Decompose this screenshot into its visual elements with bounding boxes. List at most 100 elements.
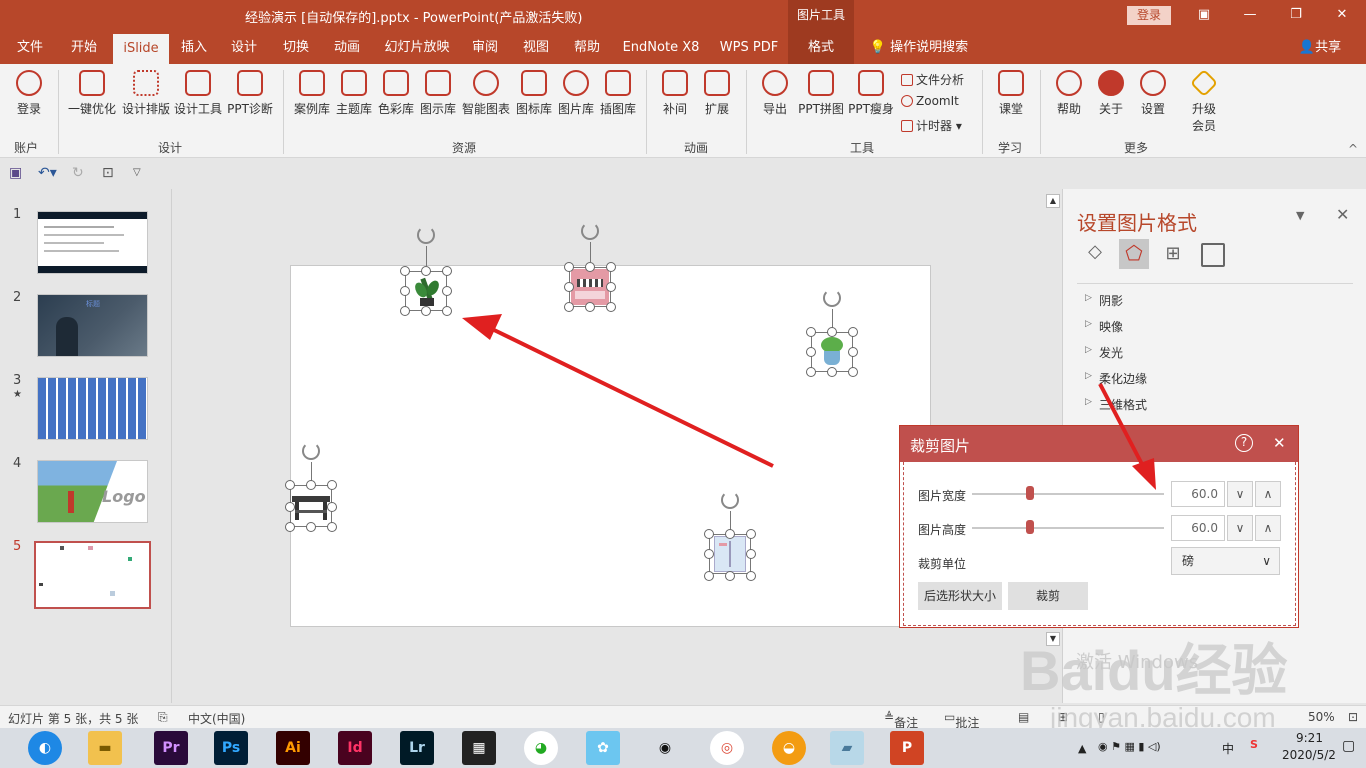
resize-handle[interactable]: [606, 262, 616, 272]
pane-close-icon[interactable]: ✕: [1336, 205, 1349, 224]
indesign-icon[interactable]: Id: [338, 731, 372, 765]
design-layout-button[interactable]: 设计排版: [120, 70, 172, 117]
upgrade-member-button[interactable]: 升级 会员: [1185, 68, 1223, 134]
resize-handle[interactable]: [564, 262, 574, 272]
fit-to-shape-button[interactable]: 后选形状大小: [918, 582, 1002, 610]
close-button[interactable]: ✕: [1330, 4, 1354, 26]
resize-handle[interactable]: [746, 529, 756, 539]
premiere-icon[interactable]: Pr: [154, 731, 188, 765]
resize-handle[interactable]: [400, 306, 410, 316]
save-icon[interactable]: ▣: [9, 165, 22, 181]
smart-chart-button[interactable]: 智能图表: [460, 70, 512, 117]
shadow-section[interactable]: 阴影: [1085, 292, 1123, 309]
resize-handle[interactable]: [746, 549, 756, 559]
height-input[interactable]: 60.0: [1171, 515, 1225, 541]
tab-help[interactable]: 帮助: [565, 32, 609, 64]
glow-section[interactable]: 发光: [1085, 344, 1123, 361]
resize-handle[interactable]: [442, 306, 452, 316]
resize-handle[interactable]: [827, 327, 837, 337]
tab-transitions[interactable]: 切换: [274, 32, 318, 64]
normal-view-icon[interactable]: ▤: [1018, 710, 1029, 724]
width-decrement-button[interactable]: ∨: [1227, 481, 1253, 507]
tab-design[interactable]: 设计: [222, 32, 266, 64]
redo-icon[interactable]: ↻: [72, 165, 84, 181]
tray-expand-icon[interactable]: ▲: [1078, 742, 1086, 755]
design-tools-button[interactable]: 设计工具: [172, 70, 224, 117]
effects-icon[interactable]: ⬠: [1119, 239, 1149, 269]
share-button[interactable]: 👤共享: [1294, 32, 1346, 64]
fit-slide-icon[interactable]: ⊡: [1348, 710, 1358, 724]
ppt-diagnosis-button[interactable]: PPT诊断: [226, 70, 274, 117]
orange-app-icon[interactable]: ◒: [772, 731, 806, 765]
file-analysis-button[interactable]: 文件分析: [901, 71, 964, 88]
ime-indicator[interactable]: 中: [1222, 740, 1234, 757]
resize-handle[interactable]: [827, 367, 837, 377]
resize-handle[interactable]: [806, 327, 816, 337]
export-button[interactable]: 导出: [756, 70, 794, 117]
resize-handle[interactable]: [285, 522, 295, 532]
resize-handle[interactable]: [327, 502, 337, 512]
rotate-handle-icon[interactable]: [721, 491, 739, 509]
tab-islide[interactable]: iSlide: [113, 34, 169, 64]
onekey-optimize-button[interactable]: 一键优化: [66, 70, 118, 117]
tab-view[interactable]: 视图: [514, 32, 558, 64]
notifications-icon[interactable]: ▢: [1342, 738, 1355, 754]
resize-handle[interactable]: [606, 302, 616, 312]
resize-handle[interactable]: [327, 480, 337, 490]
picture-table[interactable]: [285, 440, 337, 532]
width-slider-track[interactable]: [972, 493, 1164, 495]
course-button[interactable]: 课堂: [992, 70, 1030, 117]
umbrella-app-icon[interactable]: ◕: [524, 731, 558, 765]
present-icon[interactable]: ⊡: [102, 165, 114, 181]
case-library-button[interactable]: 案例库: [292, 70, 332, 117]
slide-thumbnail-4[interactable]: Logo: [37, 460, 148, 523]
resize-handle[interactable]: [306, 522, 316, 532]
crop-button[interactable]: 裁剪: [1008, 582, 1088, 610]
login-button[interactable]: 登录: [1127, 6, 1171, 25]
about-button[interactable]: 关于: [1092, 70, 1130, 117]
zoom-level[interactable]: 50%: [1308, 710, 1335, 724]
illustration-library-button[interactable]: 插图库: [598, 70, 638, 117]
slide-thumbnail-3[interactable]: [37, 377, 148, 440]
ppt-slim-button[interactable]: PPT瘦身: [848, 70, 894, 117]
customize-qat-icon[interactable]: ▽: [133, 167, 141, 178]
resize-handle[interactable]: [746, 571, 756, 581]
tab-wps-pdf[interactable]: WPS PDF: [712, 32, 786, 64]
height-increment-button[interactable]: ∧: [1255, 515, 1281, 541]
resize-handle[interactable]: [421, 266, 431, 276]
tray-icons[interactable]: ◉ ⚑ ▦ ▮ ◁): [1098, 740, 1161, 753]
resize-handle[interactable]: [285, 480, 295, 490]
slide-thumbnail-2[interactable]: 标题: [37, 294, 148, 357]
resize-handle[interactable]: [564, 302, 574, 312]
unit-select[interactable]: 磅 ∨: [1171, 547, 1280, 575]
browser-icon[interactable]: ◐: [28, 731, 62, 765]
rotate-handle-icon[interactable]: [581, 222, 599, 240]
resize-handle[interactable]: [421, 306, 431, 316]
resize-handle[interactable]: [585, 262, 595, 272]
soft-edges-section[interactable]: 柔化边缘: [1085, 370, 1147, 387]
maximize-button[interactable]: ❐: [1284, 4, 1308, 26]
extend-button[interactable]: 扩展: [698, 70, 736, 117]
color-library-button[interactable]: 色彩库: [376, 70, 416, 117]
picture-icon[interactable]: [1201, 243, 1225, 267]
resize-handle[interactable]: [306, 480, 316, 490]
collapse-ribbon-icon[interactable]: ^: [1348, 142, 1358, 156]
spellcheck-icon[interactable]: ⎘: [158, 710, 168, 725]
diagram-library-button[interactable]: 图示库: [418, 70, 458, 117]
height-decrement-button[interactable]: ∨: [1227, 515, 1253, 541]
settings-button[interactable]: 设置: [1134, 70, 1172, 117]
file-explorer-icon[interactable]: ▬: [88, 731, 122, 765]
language-label[interactable]: 中文(中国): [188, 710, 245, 727]
resize-handle[interactable]: [725, 571, 735, 581]
photoshop-icon[interactable]: Ps: [214, 731, 248, 765]
resize-handle[interactable]: [704, 549, 714, 559]
tab-review[interactable]: 审阅: [463, 32, 507, 64]
resize-handle[interactable]: [848, 327, 858, 337]
pane-options-icon[interactable]: ▼: [1296, 209, 1304, 222]
scroll-up-icon[interactable]: ▲: [1046, 194, 1060, 208]
width-input[interactable]: 60.0: [1171, 481, 1225, 507]
video-editor-icon[interactable]: ▦: [462, 731, 496, 765]
help-button[interactable]: 帮助: [1050, 70, 1088, 117]
rotate-handle-icon[interactable]: [302, 442, 320, 460]
account-login-button[interactable]: 登录: [12, 70, 46, 117]
